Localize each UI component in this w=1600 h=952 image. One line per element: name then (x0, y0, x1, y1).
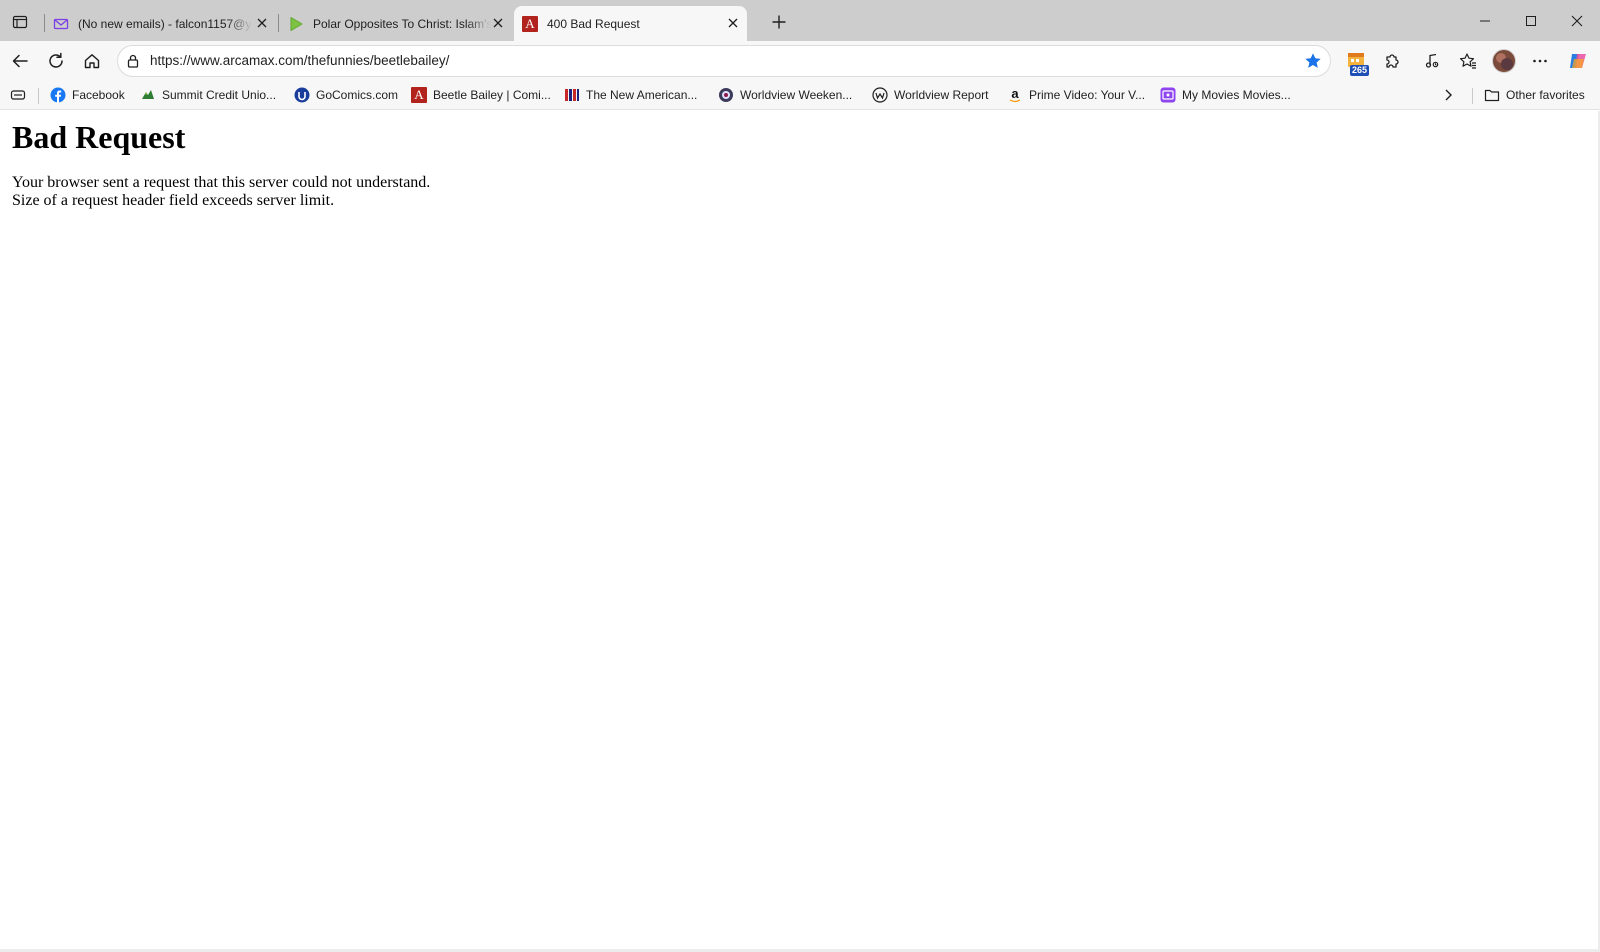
page-viewport: Bad Request Your browser sent a request … (0, 111, 1600, 952)
tab-actions-icon (12, 15, 28, 29)
favorite-star-icon[interactable] (1304, 52, 1322, 70)
tab-strip: (No new emails) - falcon1157@yahoo.com P… (0, 0, 1600, 41)
close-tab-icon[interactable] (254, 15, 270, 31)
summit-icon (140, 87, 156, 103)
favorites-overflow-button[interactable] (1440, 80, 1456, 110)
more-options-icon (1533, 59, 1547, 63)
favicon-letter: A (525, 15, 535, 31)
favorites-collapse-button[interactable] (10, 80, 26, 110)
maximize-button[interactable] (1508, 0, 1554, 41)
favorite-summit-credit-union[interactable]: Summit Credit Unio... (140, 80, 276, 110)
error-line-1: Your browser sent a request that this se… (12, 174, 431, 191)
puzzle-icon (1386, 54, 1399, 68)
favorite-icon-letter: a (1011, 85, 1019, 101)
extensions-button[interactable] (1376, 45, 1408, 77)
calendar-badge: 265 (1350, 65, 1370, 76)
favorite-gocomics[interactable]: GoComics.com (294, 80, 398, 110)
favorite-label: Summit Credit Unio... (162, 88, 277, 102)
plus-icon (772, 15, 786, 29)
favorite-label: Facebook (72, 88, 125, 102)
tab-bad-request[interactable]: A 400 Bad Request (514, 6, 747, 41)
favorite-new-american[interactable]: The New American... (564, 80, 697, 110)
tab-title: Polar Opposites To Christ: Islam's (313, 16, 491, 31)
copilot-icon (1570, 54, 1586, 68)
play-icon (288, 16, 304, 32)
page-heading: Bad Request (12, 119, 186, 155)
books-icon (564, 87, 580, 103)
minimize-icon (1480, 20, 1490, 21)
maximize-icon (1526, 15, 1536, 26)
letter-a-icon: A (411, 87, 427, 103)
other-favorites-label: Other favorites (1506, 88, 1585, 102)
favorite-label: Worldview Report (894, 88, 989, 102)
tab-actions-button[interactable] (6, 8, 34, 36)
favorite-beetle-bailey[interactable]: A Beetle Bailey | Comi... (411, 80, 551, 110)
profile-button[interactable] (1488, 45, 1520, 77)
amazon-icon: a (1007, 87, 1023, 103)
favorite-icon-letter: A (414, 87, 424, 102)
home-button[interactable] (76, 45, 108, 77)
favorites-button[interactable] (1452, 45, 1484, 77)
address-bar[interactable]: https://www.arcamax.com/thefunnies/beetl… (117, 45, 1331, 77)
settings-more-button[interactable] (1524, 45, 1556, 77)
close-icon (1571, 15, 1583, 26)
favorite-label: Prime Video: Your V... (1029, 88, 1146, 102)
tab-mail[interactable]: (No new emails) - falcon1157@yahoo.com (45, 6, 276, 41)
error-message: Your browser sent a request that this se… (12, 174, 430, 210)
refresh-button[interactable] (40, 45, 72, 77)
music-note-icon (1425, 53, 1439, 68)
tab-title: 400 Bad Request (547, 16, 640, 31)
close-tab-icon[interactable] (725, 15, 741, 31)
tab-separator (278, 14, 279, 32)
url-text[interactable]: https://www.arcamax.com/thefunnies/beetl… (150, 46, 449, 76)
tab-polar-opposites[interactable]: Polar Opposites To Christ: Islam's (280, 6, 512, 41)
favorite-prime-video[interactable]: a Prime Video: Your V... (1007, 80, 1145, 110)
calendar-extension-button[interactable]: 265 (1340, 45, 1372, 77)
movies-icon (1160, 87, 1176, 103)
home-icon (84, 54, 100, 69)
new-tab-button[interactable] (766, 9, 792, 35)
lock-icon[interactable] (125, 53, 141, 69)
favorites-bar-toggle-icon (10, 90, 26, 100)
minimize-button[interactable] (1462, 0, 1508, 41)
other-favorites-button[interactable]: Other favorites (1484, 80, 1585, 110)
error-line-2: Size of a request header field exceeds s… (12, 192, 335, 209)
refresh-icon (49, 52, 63, 68)
worldview-icon (718, 87, 734, 103)
gocomics-icon (294, 87, 310, 103)
folder-icon (1484, 87, 1500, 103)
close-window-button[interactable] (1554, 0, 1600, 41)
toolbar: https://www.arcamax.com/thefunnies/beetl… (0, 41, 1600, 80)
favorite-label: The New American... (586, 88, 698, 102)
favorite-label: GoComics.com (316, 88, 399, 102)
worldview-report-icon (872, 87, 888, 103)
avatar (1492, 49, 1516, 73)
favorite-worldview-weekend[interactable]: Worldview Weeken... (718, 80, 852, 110)
favorite-label: Worldview Weeken... (740, 88, 853, 102)
favorites-divider (38, 88, 39, 104)
favorites-bar: Facebook Summit Credit Unio... GoComics.… (0, 80, 1600, 110)
favorites-icon (1459, 53, 1476, 69)
facebook-icon (50, 87, 66, 103)
copilot-button[interactable] (1562, 45, 1594, 77)
close-tab-icon[interactable] (490, 15, 506, 31)
tab-title: (No new emails) - falcon1157@yahoo.com (78, 16, 252, 31)
letter-a-icon: A (522, 15, 538, 32)
back-button[interactable] (4, 45, 36, 77)
chevron-right-icon (1445, 89, 1452, 101)
back-arrow-icon (12, 54, 28, 68)
favorite-label: Beetle Bailey | Comi... (433, 88, 551, 102)
favorite-worldview-report[interactable]: Worldview Report (872, 80, 988, 110)
media-button[interactable] (1416, 45, 1448, 77)
favorite-my-movies[interactable]: My Movies Movies... (1160, 80, 1291, 110)
favorite-label: My Movies Movies... (1182, 88, 1291, 102)
favorites-divider (1472, 88, 1473, 104)
favorite-facebook[interactable]: Facebook (50, 80, 125, 110)
envelope-icon (53, 16, 69, 32)
